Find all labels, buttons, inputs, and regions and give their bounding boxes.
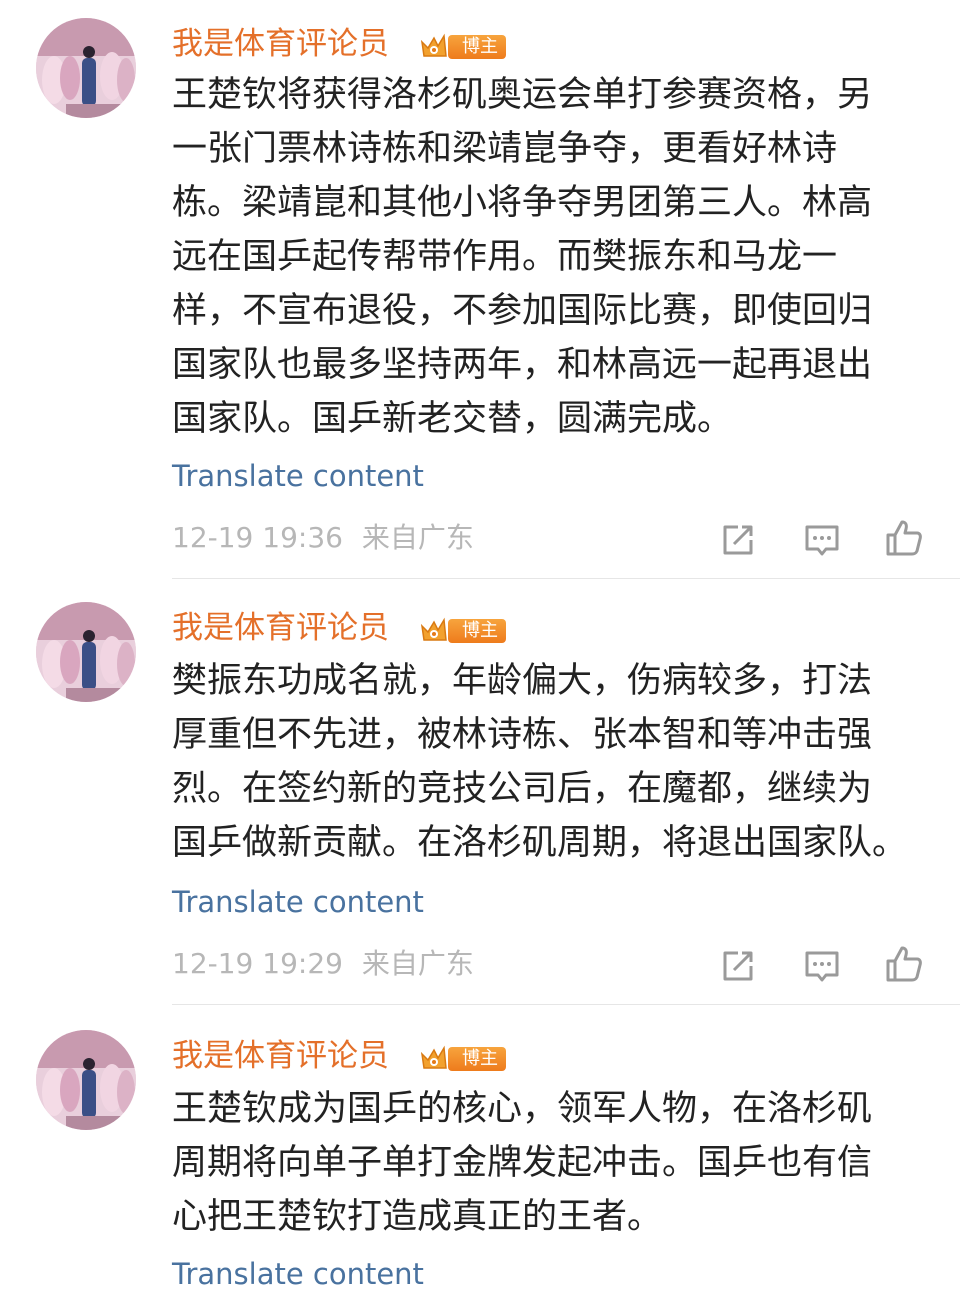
location: 来自广东	[361, 947, 474, 980]
translate-link[interactable]: Translate content	[172, 458, 424, 494]
like-icon[interactable]	[884, 944, 924, 984]
location: 来自广东	[361, 521, 474, 554]
translate-link[interactable]: Translate content	[172, 884, 424, 920]
comment-line: 王楚钦成为国乒的核心，领军人物，在洛杉矶	[172, 1089, 873, 1129]
avatar-image	[36, 1030, 136, 1130]
comment-line: 王楚钦将获得洛杉矶奥运会单打参赛资格，另	[172, 75, 873, 115]
comment-line: 周期将向单子单打金牌发起冲击。国乒也有信	[172, 1143, 873, 1183]
comment-text: 王楚钦成为国乒的核心，领军人物，在洛杉矶 周期将向单子单打金牌发起冲击。国乒也有…	[172, 1082, 912, 1244]
like-icon[interactable]	[884, 518, 924, 558]
avatar[interactable]	[36, 1030, 136, 1130]
translate-link[interactable]: Translate content	[172, 1256, 424, 1292]
comment-line: 国乒做新贡献。在洛杉矶周期，将退出国家队。	[172, 823, 908, 863]
timestamp: 12-19 19:36	[172, 521, 343, 554]
comment-meta: 12-19 19:36 来自广东	[172, 520, 474, 556]
comment-icon[interactable]	[802, 520, 842, 560]
timestamp: 12-19 19:29	[172, 947, 343, 980]
share-icon[interactable]	[718, 520, 758, 560]
vip-badge: 博主	[418, 32, 510, 62]
blogger-badge-label: 博主	[448, 619, 506, 643]
avatar-image	[36, 602, 136, 702]
comment-text: 王楚钦将获得洛杉矶奥运会单打参赛资格，另 一张门票林诗栋和梁靖崑争夺，更看好林诗…	[172, 68, 912, 446]
username[interactable]: 我是体育评论员	[172, 1036, 389, 1076]
comment-line: 一张门票林诗栋和梁靖崑争夺，更看好林诗	[172, 129, 838, 169]
divider	[172, 1004, 960, 1005]
avatar[interactable]	[36, 602, 136, 702]
comment-line: 国家队也最多坚持两年，和林高远一起再退出	[172, 345, 873, 385]
comment-line: 烈。在签约新的竞技公司后，在魔都，继续为	[172, 769, 873, 809]
comment-line: 心把王楚钦打造成真正的王者。	[172, 1197, 663, 1237]
blogger-badge-label: 博主	[448, 35, 506, 59]
comment-text: 樊振东功成名就，年龄偏大，伤病较多，打法 厚重但不先进，被林诗栋、张本智和等冲击…	[172, 654, 912, 870]
username[interactable]: 我是体育评论员	[172, 608, 389, 648]
vip-badge: 博主	[418, 1044, 510, 1074]
avatar[interactable]	[36, 18, 136, 118]
comment-line: 樊振东功成名就，年龄偏大，伤病较多，打法	[172, 661, 873, 701]
vip-badge: 博主	[418, 616, 510, 646]
username[interactable]: 我是体育评论员	[172, 24, 389, 64]
comment-line: 远在国乒起传帮带作用。而樊振东和马龙一	[172, 237, 838, 277]
share-icon[interactable]	[718, 946, 758, 986]
comment-icon[interactable]	[802, 946, 842, 986]
comment-line: 厚重但不先进，被林诗栋、张本智和等冲击强	[172, 715, 873, 755]
blogger-badge-label: 博主	[448, 1047, 506, 1071]
comment-feed: { "comments": [ { "username": "我是体育评论员",…	[0, 0, 960, 1307]
comment-meta: 12-19 19:29 来自广东	[172, 946, 474, 982]
divider	[172, 578, 960, 579]
comment-line: 国家队。国乒新老交替，圆满完成。	[172, 399, 733, 439]
avatar-image	[36, 18, 136, 118]
comment-line: 样，不宣布退役，不参加国际比赛，即使回归	[172, 291, 873, 331]
comment-line: 栋。梁靖崑和其他小将争夺男团第三人。林高	[172, 183, 873, 223]
